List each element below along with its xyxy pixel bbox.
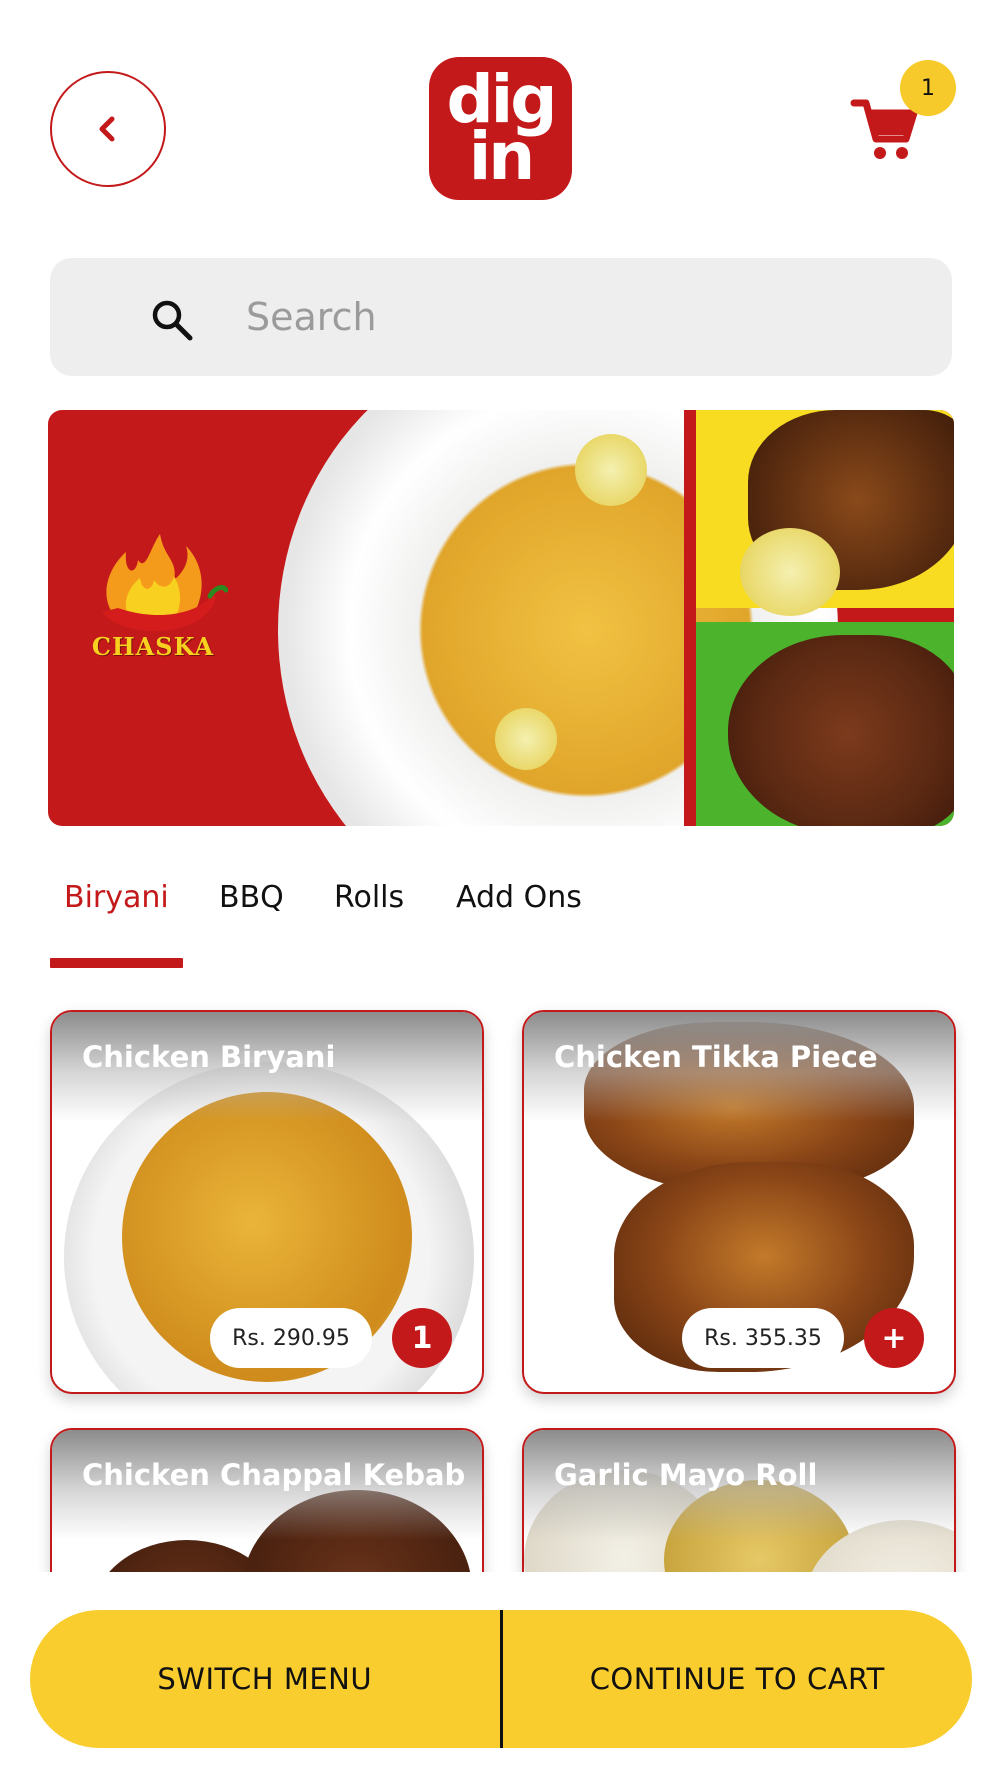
chevron-left-icon xyxy=(99,116,115,142)
active-tab-indicator xyxy=(50,958,183,968)
cart-count-badge: 1 xyxy=(900,60,956,116)
product-card[interactable]: Chicken Biryani Rs. 290.95 1 xyxy=(50,1010,484,1394)
promo-banner[interactable]: CHASKA xyxy=(48,410,954,826)
switch-menu-button[interactable]: SWITCH MENU xyxy=(30,1610,500,1748)
search-icon xyxy=(152,300,193,341)
continue-to-cart-button[interactable]: CONTINUE TO CART xyxy=(503,1610,973,1748)
tab-bbq[interactable]: BBQ xyxy=(219,880,284,915)
app-logo: dig in xyxy=(429,57,572,200)
lemon-slice xyxy=(575,434,647,506)
bottom-action-bar: SWITCH MENU CONTINUE TO CART xyxy=(30,1610,972,1748)
tab-rolls[interactable]: Rolls xyxy=(334,880,404,915)
back-button[interactable] xyxy=(50,71,166,187)
kebab-image xyxy=(728,635,954,826)
tab-biryani[interactable]: Biryani xyxy=(64,880,169,915)
product-name: Garlic Mayo Roll xyxy=(554,1458,818,1492)
chaska-brand-logo: CHASKA xyxy=(78,530,229,661)
product-name: Chicken Tikka Piece xyxy=(554,1040,878,1074)
product-name: Chicken Chappal Kebab xyxy=(82,1458,466,1492)
product-price: Rs. 355.35 xyxy=(682,1308,844,1368)
product-name: Chicken Biryani xyxy=(82,1040,336,1074)
add-to-cart-button[interactable]: + xyxy=(864,1308,924,1368)
tab-add-ons[interactable]: Add Ons xyxy=(456,880,582,915)
lemon-slice xyxy=(740,528,840,616)
product-card[interactable]: Chicken Tikka Piece Rs. 355.35 + xyxy=(522,1010,956,1394)
lemon-slice xyxy=(495,708,557,770)
quantity-badge[interactable]: 1 xyxy=(392,1308,452,1368)
product-price: Rs. 290.95 xyxy=(210,1308,372,1368)
banner-divider xyxy=(684,410,696,826)
search-input[interactable] xyxy=(246,288,926,346)
search-bar[interactable] xyxy=(50,258,952,376)
flame-chili-icon xyxy=(102,534,229,632)
brand-name: CHASKA xyxy=(91,632,215,661)
logo-line-2: in xyxy=(468,117,536,195)
